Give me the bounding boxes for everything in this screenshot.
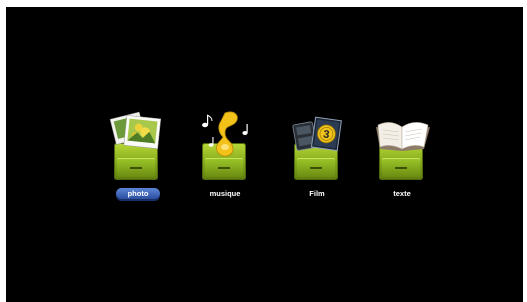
menu-item-label: texte bbox=[393, 189, 411, 198]
media-menu-screen: photo musique 3 Film texte bbox=[6, 7, 523, 302]
film-icon: 3 bbox=[292, 116, 342, 152]
music-icon bbox=[202, 111, 248, 157]
menu-item-photo[interactable]: photo bbox=[107, 107, 167, 202]
menu-item-label: photo bbox=[116, 188, 160, 199]
menu-item-label: musique bbox=[209, 189, 241, 198]
book-icon bbox=[376, 122, 430, 151]
photo-icon bbox=[109, 111, 162, 149]
menu-item-musique[interactable]: musique bbox=[195, 107, 255, 202]
menu-item-texte[interactable]: texte bbox=[372, 107, 432, 202]
menu-item-label: Film bbox=[309, 189, 325, 198]
menu-item-film[interactable]: 3 Film bbox=[287, 107, 347, 202]
